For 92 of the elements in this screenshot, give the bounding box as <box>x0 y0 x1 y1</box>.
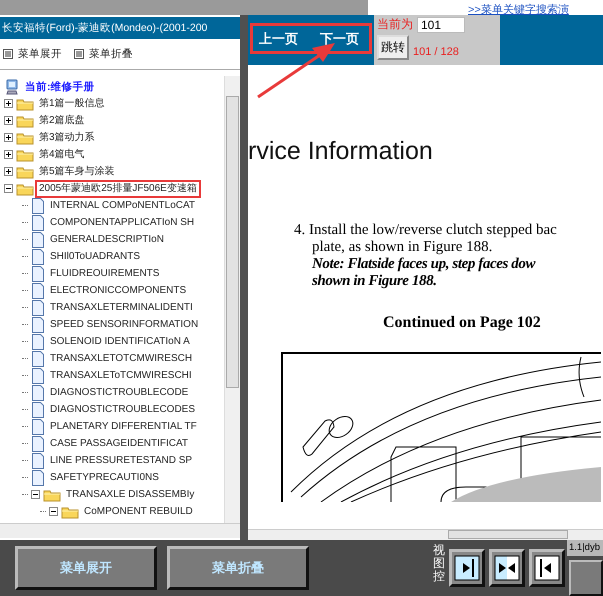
tree-item[interactable]: TRANSAXLETOTCMWIRESCH <box>48 352 194 366</box>
document-icon <box>31 436 45 452</box>
list-icon <box>74 49 84 59</box>
view-layout-icon <box>534 555 560 581</box>
expand-icon[interactable] <box>4 167 13 176</box>
tree-item[interactable]: SHIl0ToUADRANTS <box>48 250 142 264</box>
collapse-icon[interactable] <box>31 490 40 499</box>
document-icon <box>31 418 45 434</box>
document-icon <box>31 248 45 264</box>
view-control-label: 视图控 <box>433 544 445 584</box>
sidebar-title: 长安福特(Ford)-蒙迪欧(Mondeo)-(2001-200 <box>0 17 240 39</box>
horizontal-scrollbar[interactable] <box>0 523 240 538</box>
scrollbar-thumb[interactable] <box>226 96 239 388</box>
tree-item[interactable]: 第2篇底盘 <box>37 114 87 128</box>
folder-icon <box>16 114 34 128</box>
jump-button[interactable]: 跳转 <box>377 35 409 60</box>
version-text: 1.1|dyb <box>567 540 603 556</box>
document-icon <box>31 350 45 366</box>
tree-item[interactable]: GENERALDESCRIPTIoN <box>48 232 166 246</box>
tree-item[interactable]: SOLENOID IDENTIFICATIoN A <box>48 334 192 348</box>
page-link[interactable]: 下一页 <box>320 30 359 48</box>
document-icon <box>31 452 45 468</box>
document-icon <box>31 384 45 400</box>
expand-icon[interactable] <box>4 99 13 108</box>
folder-icon <box>16 130 34 144</box>
folder-icon <box>61 504 79 518</box>
collapse-icon[interactable] <box>49 507 58 516</box>
page-heading: rvice Information <box>248 137 434 166</box>
folder-icon <box>43 488 61 502</box>
document-icon <box>31 334 45 350</box>
document-icon <box>31 316 45 332</box>
document-icon <box>31 214 45 230</box>
tree-item[interactable]: DIAGNOSTICTROUBLECODE <box>48 386 190 400</box>
view-button[interactable] <box>449 549 485 587</box>
instruction-text: plate, as shown in Figure 188. <box>311 239 494 256</box>
vertical-scrollbar[interactable] <box>224 76 240 523</box>
tree-item[interactable]: LINE PRESSURETESTAND SP <box>48 454 194 468</box>
tree-item[interactable]: SPEED SENSORINFORMATION <box>48 318 200 332</box>
folder-icon <box>16 96 34 110</box>
tree-item[interactable]: 2005年蒙迪欧25排量JF506E变速箱 <box>37 182 199 196</box>
document-icon <box>31 282 45 298</box>
tree-item[interactable]: PLANETARY DIFFERENTIAL TF <box>48 420 199 434</box>
continued-text: Continued on Page 102 <box>383 314 542 332</box>
tree-item[interactable]: TRANSAXLEToTCMWIRESCHI <box>48 368 194 382</box>
page-count: 101 / 128 <box>413 46 459 58</box>
horizontal-scrollbar[interactable] <box>248 529 603 540</box>
tree-item[interactable]: COMPONENTAPPLICATIoN SH <box>48 216 196 230</box>
document-icon <box>31 266 45 282</box>
tree-item[interactable]: TRANSAXLE DISASSEMBIy <box>64 488 196 502</box>
tree-item[interactable]: DIAGNOSTICTROUBLECODES <box>48 402 198 416</box>
tree-item[interactable]: INTERNAL COMPoNENTLoCAT <box>48 198 198 212</box>
folder-icon <box>16 164 34 178</box>
tree-item[interactable]: 第3篇动力系 <box>37 130 97 144</box>
page-input[interactable]: 101 <box>417 16 465 32</box>
scrollbar-thumb[interactable] <box>448 530 568 539</box>
tree-item[interactable]: ELECTRONICCOMPONENTS <box>48 284 188 298</box>
document-icon <box>31 232 45 248</box>
note-text: shown in Figure 188. <box>311 273 438 290</box>
document-icon <box>31 470 45 486</box>
list-icon <box>3 49 13 59</box>
expand-icon[interactable] <box>4 116 13 125</box>
toolbar-link[interactable]: 菜单展开 <box>18 47 62 61</box>
document-icon <box>31 198 45 214</box>
view-layout-icon <box>454 555 480 581</box>
tree-item[interactable]: 第5篇车身与涂装 <box>37 164 117 178</box>
tree-root-label[interactable]: 当前:维修手册 <box>23 80 96 94</box>
tree-item[interactable]: SAFETYPRECAUTI0NS <box>48 470 161 484</box>
tree-item[interactable]: 第1篇一般信息 <box>37 96 107 110</box>
toolbar-link[interactable]: 菜单折叠 <box>89 47 133 61</box>
note-text: Note: Flatside faces up, step faces dow <box>310 256 536 273</box>
collapse-icon[interactable] <box>4 184 13 193</box>
view-button[interactable] <box>529 549 565 587</box>
search-demo-link[interactable]: >>菜单关键字搜索演 <box>468 4 569 15</box>
tree-item[interactable]: CASE PASSAGEIDENTIFICAT <box>48 436 190 450</box>
tree-item[interactable]: 第4篇电气 <box>37 148 87 162</box>
folder-icon <box>16 182 34 196</box>
computer-icon <box>4 78 20 94</box>
current-page-label: 当前为 <box>377 16 413 33</box>
document-icon <box>31 368 45 384</box>
document-icon <box>31 300 45 316</box>
tree-item[interactable]: TRANSAXLETERMINALIDENTI <box>48 300 195 314</box>
instruction-text: 4. Install the low/reverse clutch stepped bac <box>294 222 558 239</box>
tree-item[interactable]: CoMPONENT REBUILD <box>82 504 195 518</box>
folder-icon <box>16 148 34 162</box>
side-button[interactable] <box>569 560 603 596</box>
document-icon <box>31 402 45 418</box>
expand-icon[interactable] <box>4 150 13 159</box>
page-link[interactable]: 上一页 <box>259 30 298 48</box>
expand-icon[interactable] <box>4 133 13 142</box>
tree-item[interactable]: FLUIDREOUIREMENTS <box>48 266 162 280</box>
view-layout-icon <box>494 555 520 581</box>
view-button[interactable] <box>489 549 525 587</box>
